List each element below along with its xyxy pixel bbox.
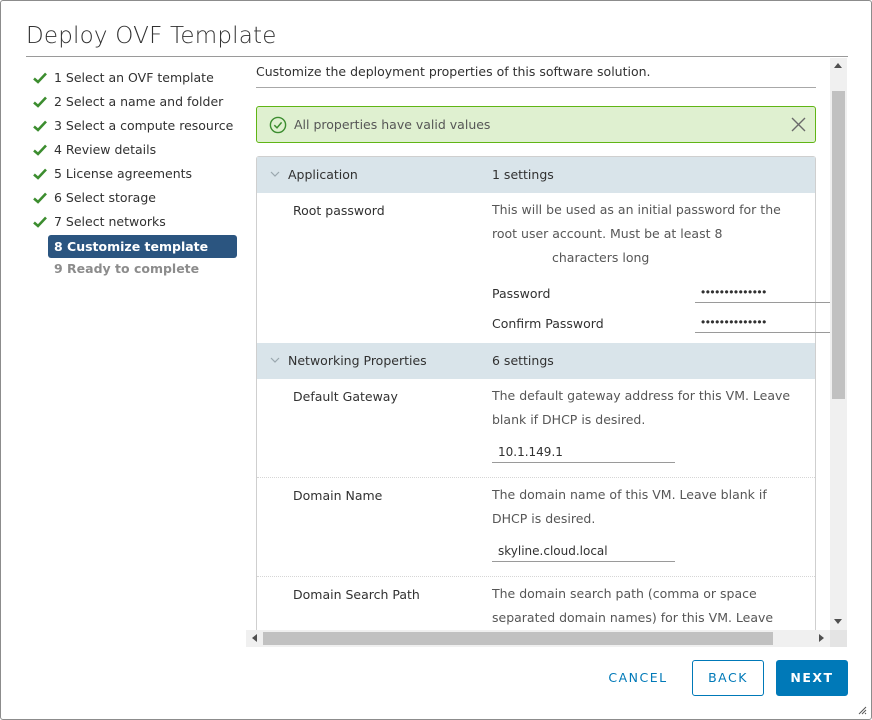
step-select-networks[interactable]: 7 Select networks xyxy=(31,211,241,235)
close-icon[interactable] xyxy=(790,116,807,133)
check-icon xyxy=(33,192,47,204)
horizontal-scroll-thumb[interactable] xyxy=(263,632,773,645)
intro-divider xyxy=(256,87,816,88)
default-gateway-input[interactable] xyxy=(492,441,675,463)
back-button[interactable]: BACK xyxy=(692,660,764,696)
check-icon xyxy=(33,120,47,132)
step-label: 3 Select a compute resource xyxy=(54,118,234,133)
step-label: 8 Customize template xyxy=(54,239,209,254)
description-line: blank if DHCP is desired. xyxy=(492,412,646,427)
group-header-application[interactable]: Application 1 settings xyxy=(257,157,815,193)
property-description: The domain name of this VM. Leave blank … xyxy=(492,483,802,531)
property-description: The default gateway address for this VM.… xyxy=(492,384,802,432)
property-name: Domain Name xyxy=(293,488,383,503)
step-label: 5 License agreements xyxy=(54,166,193,181)
step-label: 7 Select networks xyxy=(54,214,166,229)
group-count: 6 settings xyxy=(492,353,554,368)
step-label: 2 Select a name and folder xyxy=(54,94,224,109)
next-button[interactable]: NEXT xyxy=(776,660,848,696)
scroll-down-arrow-icon[interactable] xyxy=(834,619,842,624)
row-divider xyxy=(257,477,815,478)
row-divider xyxy=(257,576,815,577)
description-line: separated domain names) for this VM. Lea… xyxy=(492,610,774,625)
check-icon xyxy=(33,168,47,180)
scrollbar-corner xyxy=(830,630,847,647)
group-count: 1 settings xyxy=(492,167,554,182)
deploy-ovf-dialog: Deploy OVF Template 1 Select an OVF temp… xyxy=(0,0,872,720)
description-line: DHCP is desired. xyxy=(492,511,596,526)
scroll-up-arrow-icon[interactable] xyxy=(834,63,842,68)
vertical-scroll-thumb[interactable] xyxy=(832,91,845,399)
step-ready-to-complete: 9 Ready to complete xyxy=(31,258,241,282)
scroll-right-arrow-icon[interactable] xyxy=(819,634,824,642)
scroll-left-arrow-icon[interactable] xyxy=(252,634,257,642)
step-customize-template[interactable]: 8 Customize template xyxy=(48,235,237,258)
group-header-networking[interactable]: Networking Properties 6 settings xyxy=(257,343,815,379)
cancel-button[interactable]: CANCEL xyxy=(598,660,678,696)
step-select-name-folder[interactable]: 2 Select a name and folder xyxy=(31,91,241,115)
customize-template-panel: Customize the deployment properties of t… xyxy=(246,58,848,647)
step-license-agreements[interactable]: 5 License agreements xyxy=(31,163,241,187)
property-name: Domain Search Path xyxy=(293,587,420,602)
step-select-storage[interactable]: 6 Select storage xyxy=(31,187,241,211)
check-icon xyxy=(33,72,47,84)
check-icon xyxy=(33,144,47,156)
step-review-details[interactable]: 4 Review details xyxy=(31,139,241,163)
success-alert: All properties have valid values xyxy=(256,106,816,143)
description-line: This will be used as an initial password… xyxy=(492,202,781,217)
group-name: Application xyxy=(288,167,358,182)
description-line: The domain search path (comma or space xyxy=(492,586,757,601)
description-line: root user account. Must be at least 8 xyxy=(492,226,723,241)
property-name: Default Gateway xyxy=(293,389,398,404)
step-label: 4 Review details xyxy=(54,142,157,157)
properties-grid: Application 1 settings Root password Thi… xyxy=(256,156,831,647)
group-name: Networking Properties xyxy=(288,353,427,368)
intro-text: Customize the deployment properties of t… xyxy=(256,64,651,79)
property-description: This will be used as an initial password… xyxy=(492,198,802,270)
alert-message: All properties have valid values xyxy=(294,117,491,132)
description-line: characters long xyxy=(552,250,650,265)
chevron-down-icon[interactable] xyxy=(270,357,280,364)
step-select-ovf-template[interactable]: 1 Select an OVF template xyxy=(31,67,241,91)
property-description: The domain search path (comma or space s… xyxy=(492,582,802,630)
password-input[interactable] xyxy=(695,281,831,303)
description-line: The domain name of this VM. Leave blank … xyxy=(492,487,767,502)
confirm-password-input[interactable] xyxy=(695,311,831,333)
check-circle-icon xyxy=(269,116,287,134)
title-divider xyxy=(26,56,848,57)
domain-name-input[interactable] xyxy=(492,540,675,562)
confirm-password-label: Confirm Password xyxy=(492,316,604,331)
step-select-compute-resource[interactable]: 3 Select a compute resource xyxy=(31,115,241,139)
password-label: Password xyxy=(492,286,551,301)
step-label: 1 Select an OVF template xyxy=(54,70,214,85)
horizontal-scrollbar[interactable] xyxy=(246,630,830,647)
step-label: 6 Select storage xyxy=(54,190,156,205)
dialog-title: Deploy OVF Template xyxy=(26,23,277,49)
description-line: The default gateway address for this VM.… xyxy=(492,388,791,403)
step-label: 9 Ready to complete xyxy=(54,261,200,276)
chevron-down-icon[interactable] xyxy=(270,171,280,178)
resize-grip-icon[interactable] xyxy=(858,706,867,715)
wizard-steps: 1 Select an OVF template 2 Select a name… xyxy=(31,67,241,282)
check-icon xyxy=(33,96,47,108)
check-icon xyxy=(33,216,47,228)
property-name: Root password xyxy=(293,203,385,218)
vertical-scrollbar[interactable] xyxy=(830,58,847,630)
